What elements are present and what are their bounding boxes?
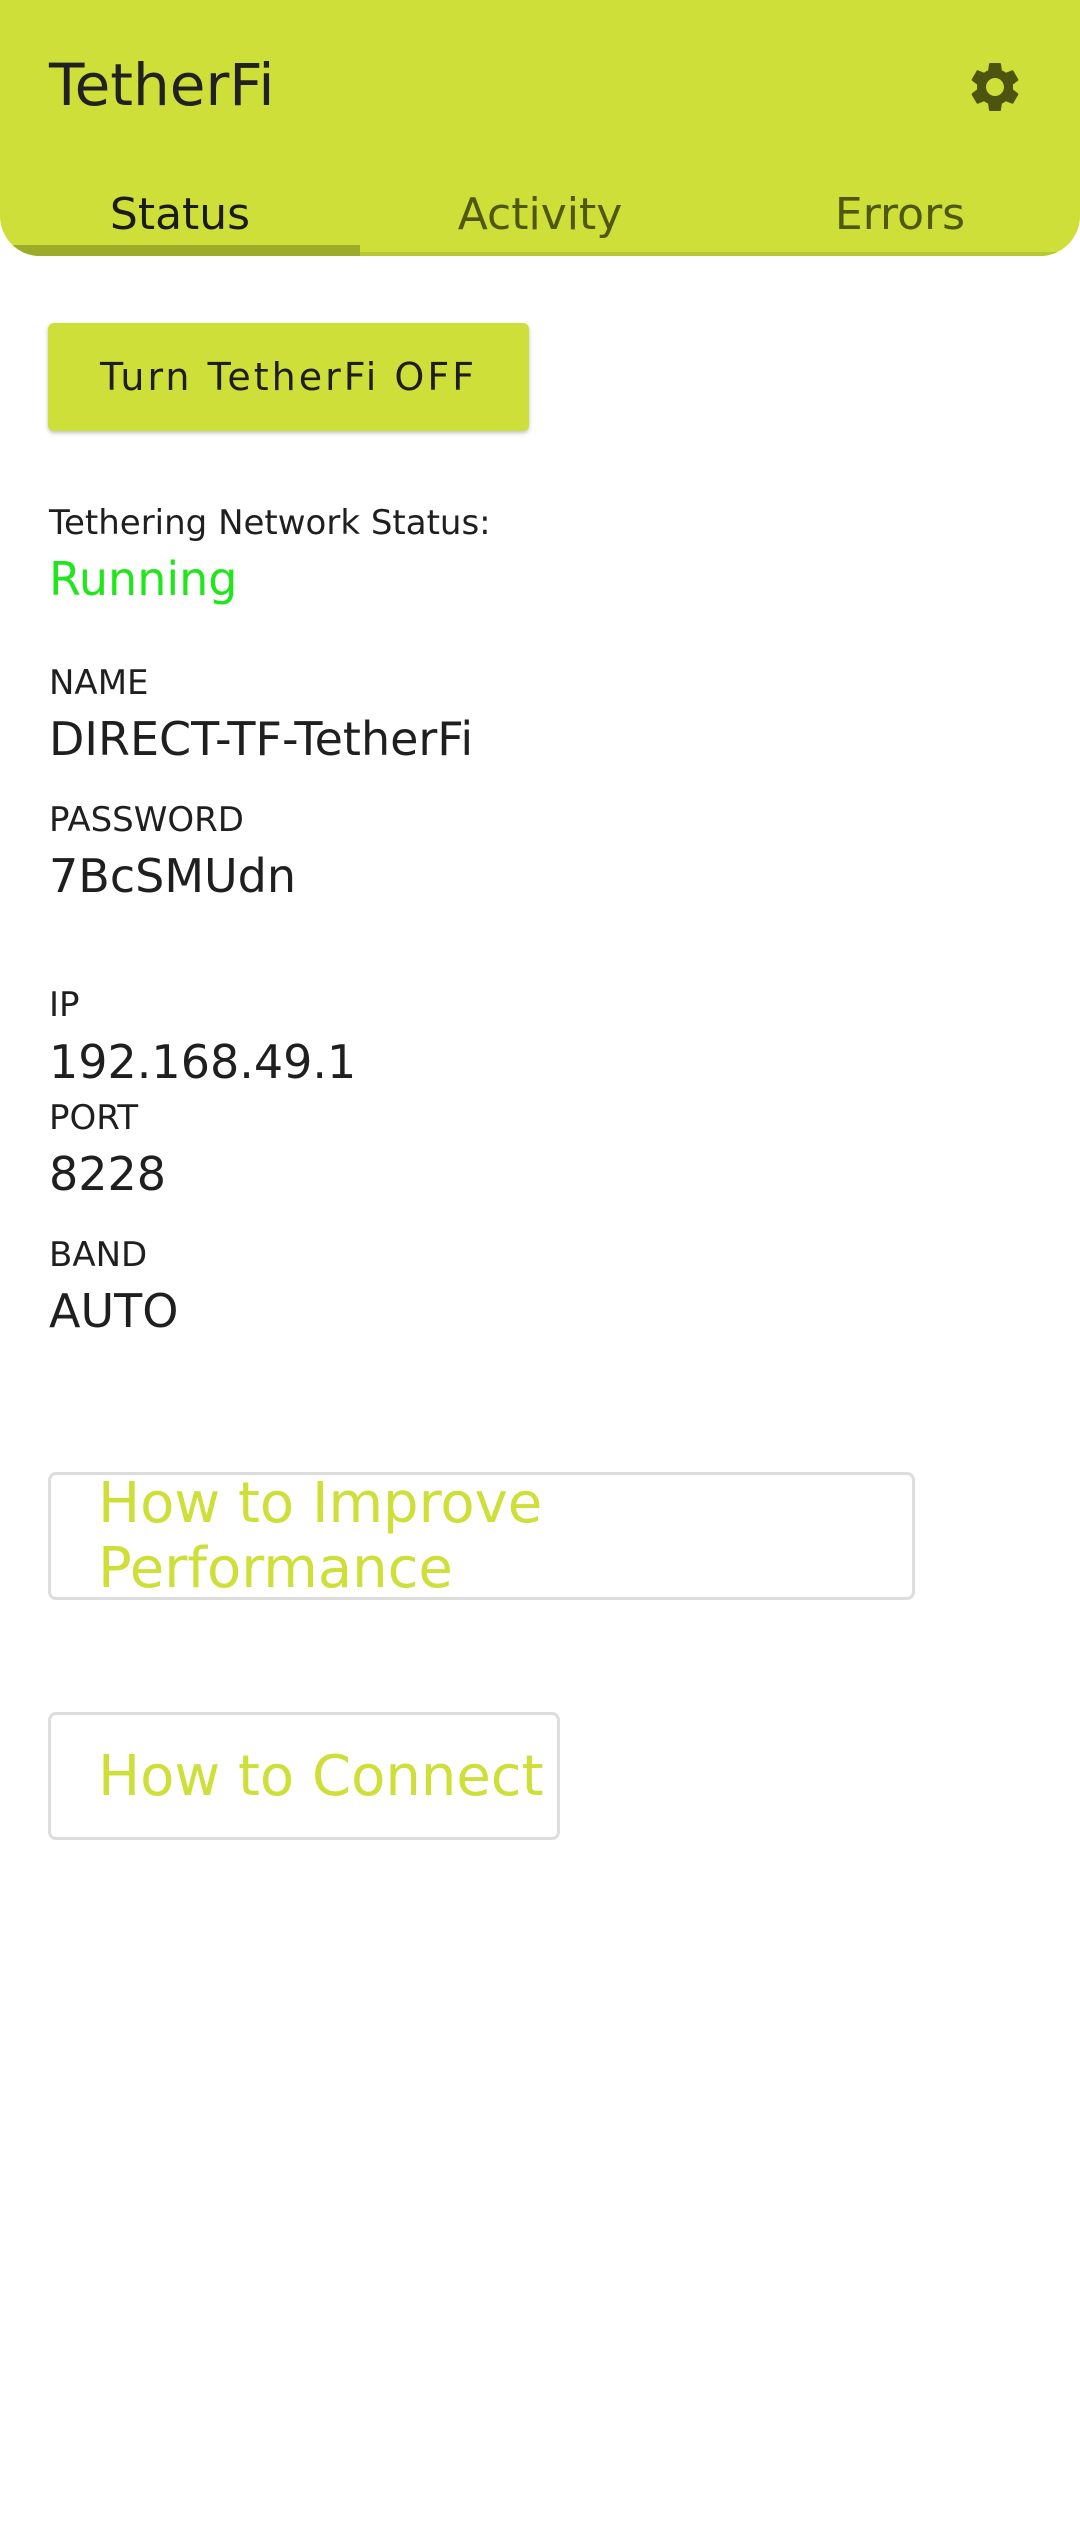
network-status-value: Running — [49, 552, 238, 606]
password-value: 7BcSMUdn — [49, 849, 297, 903]
password-label: PASSWORD — [49, 800, 244, 840]
name-value: DIRECT-TF-TetherFi — [49, 712, 474, 766]
improve-performance-button[interactable]: How to Improve Performance — [48, 1471, 915, 1601]
app-title: TetherFi — [49, 51, 275, 119]
toggle-tetherfi-button[interactable]: Turn TetherFi OFF — [48, 323, 529, 431]
tab-indicator — [0, 245, 360, 256]
gear-icon[interactable] — [960, 52, 1030, 122]
tab-errors[interactable]: Errors — [720, 180, 1080, 256]
tab-divider — [360, 252, 1080, 256]
ip-label: IP — [49, 985, 80, 1025]
network-status-label: Tethering Network Status: — [49, 503, 491, 543]
name-label: NAME — [49, 663, 149, 703]
band-value: AUTO — [49, 1284, 179, 1338]
ip-value: 192.168.49.1 — [49, 1035, 357, 1089]
band-label: BAND — [49, 1235, 148, 1275]
port-label: PORT — [49, 1098, 139, 1138]
app-bar: TetherFi Status Activity Errors — [0, 0, 1080, 256]
port-value: 8228 — [49, 1147, 167, 1201]
tab-activity[interactable]: Activity — [360, 180, 720, 256]
how-to-connect-button[interactable]: How to Connect — [48, 1712, 560, 1840]
